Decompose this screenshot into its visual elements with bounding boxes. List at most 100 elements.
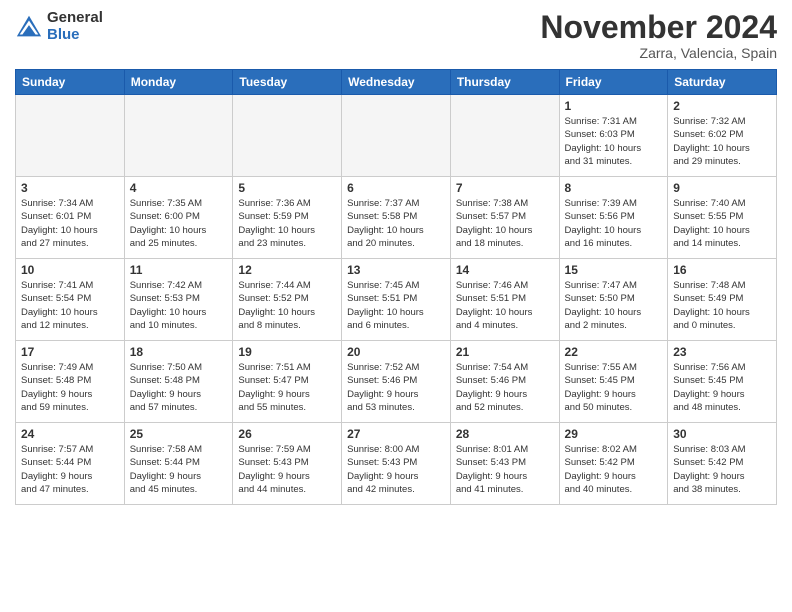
day-info: Sunrise: 7:38 AMSunset: 5:57 PMDaylight:…	[456, 197, 554, 250]
day-number: 5	[238, 181, 336, 195]
calendar-cell: 19 Sunrise: 7:51 AMSunset: 5:47 PMDayligh…	[233, 341, 342, 423]
day-info: Sunrise: 7:47 AMSunset: 5:50 PMDaylight:…	[565, 279, 663, 332]
calendar-cell: 15 Sunrise: 7:47 AMSunset: 5:50 PMDayligh…	[559, 259, 668, 341]
day-number: 13	[347, 263, 445, 277]
day-number: 26	[238, 427, 336, 441]
day-info: Sunrise: 7:55 AMSunset: 5:45 PMDaylight:…	[565, 361, 663, 414]
calendar-cell: 9 Sunrise: 7:40 AMSunset: 5:55 PMDaylight…	[668, 177, 777, 259]
day-info: Sunrise: 7:32 AMSunset: 6:02 PMDaylight:…	[673, 115, 771, 168]
day-info: Sunrise: 7:39 AMSunset: 5:56 PMDaylight:…	[565, 197, 663, 250]
day-number: 2	[673, 99, 771, 113]
day-info: Sunrise: 7:35 AMSunset: 6:00 PMDaylight:…	[130, 197, 228, 250]
weekday-header-friday: Friday	[559, 70, 668, 95]
calendar-cell: 24Sunrise: 7:57 AMSunset: 5:44 PMDayligh…	[16, 423, 125, 505]
day-number: 25	[130, 427, 228, 441]
day-info: Sunrise: 7:56 AMSunset: 5:45 PMDaylight:…	[673, 361, 771, 414]
calendar-cell: 26 Sunrise: 7:59 AMSunset: 5:43 PMDayligh…	[233, 423, 342, 505]
day-info: Sunrise: 7:54 AMSunset: 5:46 PMDaylight:…	[456, 361, 554, 414]
day-number: 19	[238, 345, 336, 359]
calendar-cell: 6Sunrise: 7:37 AMSunset: 5:58 PMDaylight…	[342, 177, 451, 259]
day-info: Sunrise: 7:49 AMSunset: 5:48 PMDaylight:…	[21, 361, 119, 414]
calendar-cell: 1 Sunrise: 7:31 AMSunset: 6:03 PMDaylight…	[559, 95, 668, 177]
calendar-cell: 13 Sunrise: 7:45 AMSunset: 5:51 PMDayligh…	[342, 259, 451, 341]
weekday-header-saturday: Saturday	[668, 70, 777, 95]
day-info: Sunrise: 7:37 AMSunset: 5:58 PMDaylight:…	[347, 197, 445, 250]
calendar-week-row: 24Sunrise: 7:57 AMSunset: 5:44 PMDayligh…	[16, 423, 777, 505]
calendar-cell	[233, 95, 342, 177]
calendar-cell: 3Sunrise: 7:34 AMSunset: 6:01 PMDaylight…	[16, 177, 125, 259]
page-header: General Blue November 2024 Zarra, Valenc…	[15, 10, 777, 61]
calendar-cell: 20Sunrise: 7:52 AMSunset: 5:46 PMDayligh…	[342, 341, 451, 423]
day-number: 18	[130, 345, 228, 359]
day-info: Sunrise: 7:41 AMSunset: 5:54 PMDaylight:…	[21, 279, 119, 332]
calendar-cell: 18 Sunrise: 7:50 AMSunset: 5:48 PMDayligh…	[124, 341, 233, 423]
day-number: 27	[347, 427, 445, 441]
logo-blue-text: Blue	[47, 27, 103, 44]
day-number: 29	[565, 427, 663, 441]
logo-icon	[15, 13, 43, 41]
day-info: Sunrise: 7:36 AMSunset: 5:59 PMDaylight:…	[238, 197, 336, 250]
day-info: Sunrise: 8:03 AMSunset: 5:42 PMDaylight:…	[673, 443, 771, 496]
calendar-cell	[124, 95, 233, 177]
day-info: Sunrise: 7:40 AMSunset: 5:55 PMDaylight:…	[673, 197, 771, 250]
calendar-cell: 17Sunrise: 7:49 AMSunset: 5:48 PMDayligh…	[16, 341, 125, 423]
day-number: 28	[456, 427, 554, 441]
calendar-cell: 25 Sunrise: 7:58 AMSunset: 5:44 PMDayligh…	[124, 423, 233, 505]
day-info: Sunrise: 7:42 AMSunset: 5:53 PMDaylight:…	[130, 279, 228, 332]
calendar-cell: 5 Sunrise: 7:36 AMSunset: 5:59 PMDaylight…	[233, 177, 342, 259]
day-number: 4	[130, 181, 228, 195]
calendar-cell: 21 Sunrise: 7:54 AMSunset: 5:46 PMDayligh…	[450, 341, 559, 423]
calendar-table: SundayMondayTuesdayWednesdayThursdayFrid…	[15, 69, 777, 505]
day-number: 1	[565, 99, 663, 113]
calendar-cell: 16 Sunrise: 7:48 AMSunset: 5:49 PMDayligh…	[668, 259, 777, 341]
logo-text: General Blue	[47, 10, 103, 43]
calendar-cell: 14 Sunrise: 7:46 AMSunset: 5:51 PMDayligh…	[450, 259, 559, 341]
day-number: 9	[673, 181, 771, 195]
weekday-header-wednesday: Wednesday	[342, 70, 451, 95]
weekday-header-tuesday: Tuesday	[233, 70, 342, 95]
day-info: Sunrise: 7:57 AMSunset: 5:44 PMDaylight:…	[21, 443, 119, 496]
calendar-cell: 23Sunrise: 7:56 AMSunset: 5:45 PMDayligh…	[668, 341, 777, 423]
calendar-cell: 29 Sunrise: 8:02 AMSunset: 5:42 PMDayligh…	[559, 423, 668, 505]
day-number: 11	[130, 263, 228, 277]
day-number: 8	[565, 181, 663, 195]
day-number: 3	[21, 181, 119, 195]
calendar-cell: 30 Sunrise: 8:03 AMSunset: 5:42 PMDayligh…	[668, 423, 777, 505]
day-info: Sunrise: 7:50 AMSunset: 5:48 PMDaylight:…	[130, 361, 228, 414]
calendar-week-row: 10 Sunrise: 7:41 AMSunset: 5:54 PMDayligh…	[16, 259, 777, 341]
calendar-cell: 28Sunrise: 8:01 AMSunset: 5:43 PMDayligh…	[450, 423, 559, 505]
month-title: November 2024	[540, 10, 777, 45]
day-number: 10	[21, 263, 119, 277]
calendar-week-row: 1 Sunrise: 7:31 AMSunset: 6:03 PMDaylight…	[16, 95, 777, 177]
day-info: Sunrise: 7:58 AMSunset: 5:44 PMDaylight:…	[130, 443, 228, 496]
calendar-cell: 4 Sunrise: 7:35 AMSunset: 6:00 PMDaylight…	[124, 177, 233, 259]
day-info: Sunrise: 7:45 AMSunset: 5:51 PMDaylight:…	[347, 279, 445, 332]
calendar-cell: 11 Sunrise: 7:42 AMSunset: 5:53 PMDayligh…	[124, 259, 233, 341]
day-info: Sunrise: 7:59 AMSunset: 5:43 PMDaylight:…	[238, 443, 336, 496]
logo: General Blue	[15, 10, 103, 43]
calendar-cell: 22Sunrise: 7:55 AMSunset: 5:45 PMDayligh…	[559, 341, 668, 423]
weekday-header-thursday: Thursday	[450, 70, 559, 95]
day-number: 16	[673, 263, 771, 277]
calendar-cell: 2 Sunrise: 7:32 AMSunset: 6:02 PMDaylight…	[668, 95, 777, 177]
day-number: 30	[673, 427, 771, 441]
day-number: 7	[456, 181, 554, 195]
calendar-week-row: 3Sunrise: 7:34 AMSunset: 6:01 PMDaylight…	[16, 177, 777, 259]
day-number: 21	[456, 345, 554, 359]
logo-general-text: General	[47, 10, 103, 27]
day-number: 14	[456, 263, 554, 277]
day-number: 12	[238, 263, 336, 277]
day-info: Sunrise: 7:48 AMSunset: 5:49 PMDaylight:…	[673, 279, 771, 332]
day-info: Sunrise: 7:51 AMSunset: 5:47 PMDaylight:…	[238, 361, 336, 414]
day-info: Sunrise: 8:02 AMSunset: 5:42 PMDaylight:…	[565, 443, 663, 496]
location-text: Zarra, Valencia, Spain	[540, 45, 777, 61]
day-info: Sunrise: 7:31 AMSunset: 6:03 PMDaylight:…	[565, 115, 663, 168]
calendar-cell	[342, 95, 451, 177]
day-number: 20	[347, 345, 445, 359]
day-info: Sunrise: 7:46 AMSunset: 5:51 PMDaylight:…	[456, 279, 554, 332]
day-number: 15	[565, 263, 663, 277]
calendar-cell: 8 Sunrise: 7:39 AMSunset: 5:56 PMDaylight…	[559, 177, 668, 259]
calendar-cell: 27 Sunrise: 8:00 AMSunset: 5:43 PMDayligh…	[342, 423, 451, 505]
title-block: November 2024 Zarra, Valencia, Spain	[540, 10, 777, 61]
day-info: Sunrise: 8:00 AMSunset: 5:43 PMDaylight:…	[347, 443, 445, 496]
